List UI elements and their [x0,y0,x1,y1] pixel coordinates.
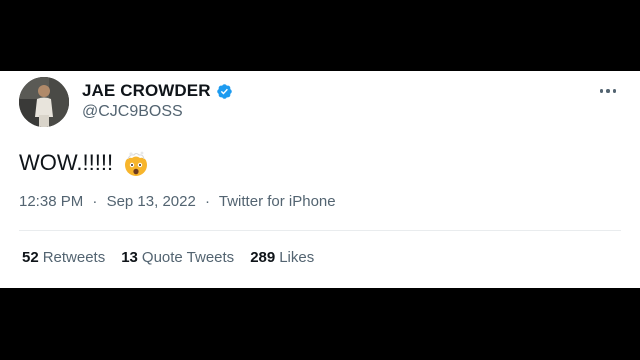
display-name[interactable]: JAE CROWDER [82,81,211,101]
more-dot-icon [606,89,610,93]
separator: · [92,193,98,210]
exploding-head-icon [121,148,151,178]
more-dot-icon [612,89,617,93]
retweets-count: 52 [22,249,39,266]
likes-label: Likes [279,249,315,266]
more-dot-icon [599,89,604,93]
quote-tweets-label: Quote Tweets [141,249,235,266]
quote-tweets-stat[interactable]: 13 Quote Tweets [121,249,234,266]
tweet-metadata: 12:38 PM · Sep 13, 2022 · Twitter for iP… [19,193,336,210]
divider [19,230,621,231]
separator: · [204,193,210,210]
tweet-card: JAE CROWDER @CJC9BOSS WOW.!!!!! 12:38 PM… [0,71,640,288]
tweet-stats: 52 Retweets 13 Quote Tweets 289 Likes [22,249,314,266]
verified-badge-icon [216,83,233,100]
likes-count: 289 [250,249,276,266]
tweet-source[interactable]: Twitter for iPhone [219,193,336,210]
tweet-date[interactable]: Sep 13, 2022 [107,193,196,210]
likes-stat[interactable]: 289 Likes [250,249,314,266]
avatar-image [19,77,69,127]
author-name-row[interactable]: JAE CROWDER [82,80,233,102]
tweet-text-content: WOW.!!!!! [19,150,114,175]
author-handle[interactable]: @CJC9BOSS [82,103,183,121]
retweets-label: Retweets [42,249,106,266]
avatar[interactable] [19,77,69,127]
retweets-stat[interactable]: 52 Retweets [22,249,105,266]
tweet-time[interactable]: 12:38 PM [19,193,83,210]
more-options-button[interactable] [596,83,620,99]
tweet-text: WOW.!!!!! [19,148,151,178]
quote-tweets-count: 13 [121,249,138,266]
